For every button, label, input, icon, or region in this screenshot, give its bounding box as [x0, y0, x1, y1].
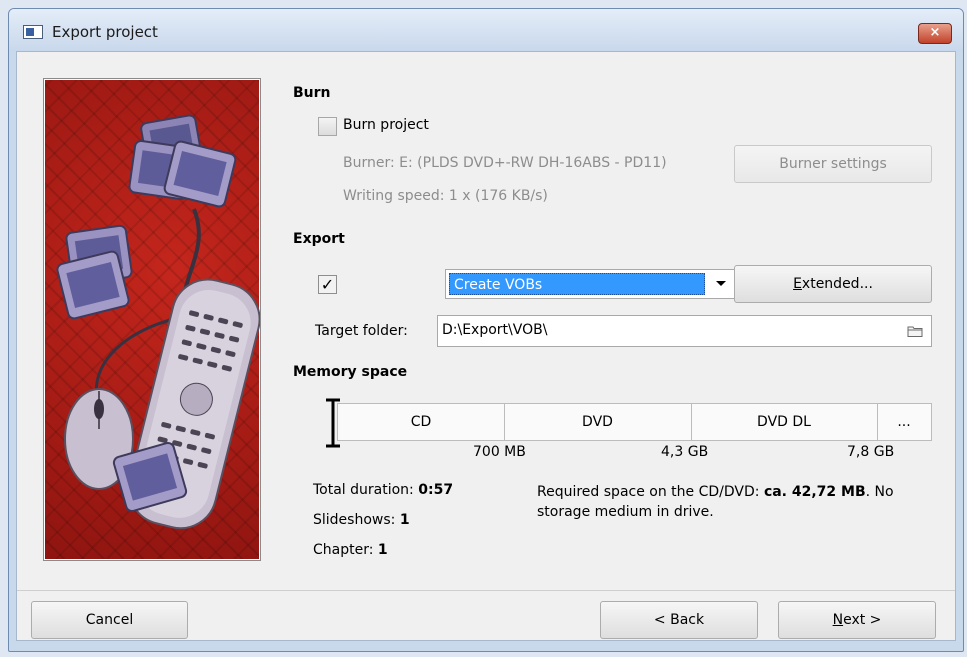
target-folder-value: D:\Export\VOB\ [442, 322, 548, 338]
memory-space-heading: Memory space [293, 364, 408, 380]
next-button[interactable]: Next > [778, 601, 936, 639]
slideshows-label: Slideshows: [313, 512, 400, 528]
export-project-dialog: Export project × Burn Burn project Burne… [8, 8, 964, 652]
target-folder-label: Target folder: [315, 323, 408, 339]
close-button[interactable]: × [918, 23, 952, 44]
slideshows-value: 1 [399, 512, 410, 528]
total-duration-value: 0:57 [418, 482, 454, 498]
total-duration: Total duration: 0:57 [313, 482, 453, 498]
extended-button[interactable]: Extended... [734, 265, 932, 303]
cancel-button[interactable]: Cancel [31, 601, 188, 639]
window-app-icon [23, 25, 43, 39]
burner-settings-button[interactable]: Burner settings [734, 145, 932, 183]
required-space-value: ca. 42,72 MB [763, 484, 866, 500]
next-label-rest: ext > [843, 612, 882, 628]
burn-project-label: Burn project [343, 117, 429, 133]
total-duration-label: Total duration: [313, 482, 419, 498]
dialog-client-area: Burn Burn project Burner: E: (PLDS DVD+-… [16, 51, 956, 641]
footer-divider [17, 590, 955, 591]
back-button[interactable]: < Back [600, 601, 758, 639]
required-space-prefix: Required space on the CD/DVD: [537, 484, 764, 500]
scale-segment-dvd-dl: DVD DL [691, 404, 878, 440]
capacity-label-dvd: 4,3 GB [661, 444, 709, 460]
remote-and-photos-illustration [56, 114, 261, 530]
capacity-label-cd: 700 MB [473, 444, 526, 460]
slideshows-count: Slideshows: 1 [313, 512, 410, 528]
next-mnemonic: N [832, 612, 844, 628]
capacity-label-dvd-dl: 7,8 GB [847, 444, 895, 460]
required-space-info: Required space on the CD/DVD: ca. 42,72 … [537, 482, 937, 522]
export-format-dropdown[interactable]: Create VOBs [445, 269, 736, 299]
target-folder-input[interactable]: D:\Export\VOB\ [437, 315, 932, 347]
folder-icon[interactable] [907, 325, 923, 337]
export-enabled-checkbox[interactable]: ✓ [318, 275, 337, 294]
burner-info: Burner: E: (PLDS DVD+-RW DH-16ABS - PD11… [343, 155, 667, 171]
title-bar[interactable]: Export project × [9, 9, 963, 51]
chevron-down-icon[interactable] [716, 281, 726, 286]
chapter-label: Chapter: [313, 542, 378, 558]
extended-label-rest: xtended... [801, 276, 873, 292]
chapter-value: 1 [377, 542, 388, 558]
memory-capacity-scale: CD DVD DVD DL ... [337, 403, 932, 441]
window-title: Export project [52, 23, 158, 41]
decorative-side-image [43, 78, 261, 561]
required-space-line2: storage medium in drive. [537, 504, 714, 520]
used-space-marker [326, 398, 340, 448]
burn-heading: Burn [293, 85, 331, 101]
extended-mnemonic: E [793, 276, 802, 292]
scale-segment-more: ... [897, 414, 911, 430]
burn-project-checkbox[interactable] [318, 117, 337, 136]
scale-segment-dvd: DVD [504, 404, 692, 440]
export-format-selected: Create VOBs [449, 273, 705, 295]
required-space-suffix: . No [865, 484, 894, 500]
writing-speed-info: Writing speed: 1 x (176 KB/s) [343, 188, 548, 204]
chapter-count: Chapter: 1 [313, 542, 388, 558]
scale-segment-cd: CD [338, 404, 505, 440]
export-heading: Export [293, 231, 345, 247]
